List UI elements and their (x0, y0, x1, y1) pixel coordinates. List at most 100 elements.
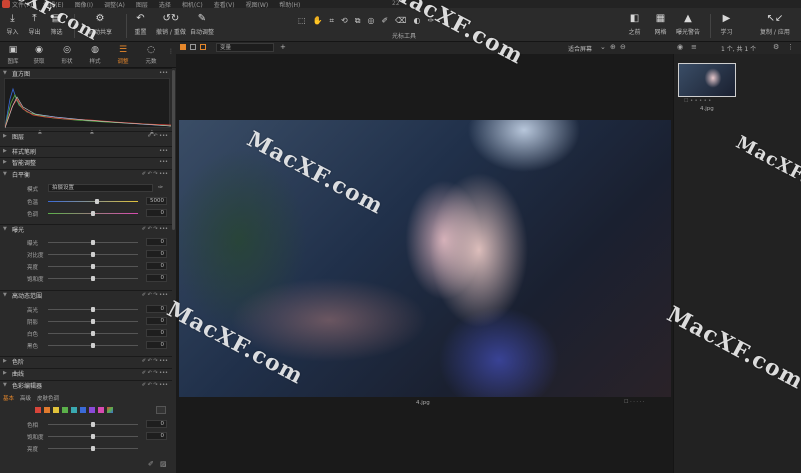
hue-slider[interactable] (48, 422, 138, 427)
black-slider[interactable] (48, 343, 138, 348)
browser-settings-icon[interactable]: ⚙ (773, 43, 779, 51)
thumbnail-rating-icon[interactable]: ☐ • • • • • (684, 98, 711, 104)
tab-adjust[interactable]: ☰ 调整 (112, 45, 134, 65)
tab-basic[interactable]: 基本 (3, 394, 14, 402)
saturation-slider[interactable] (48, 276, 138, 281)
exposure-slider[interactable] (48, 240, 138, 245)
eye-icon[interactable]: ◉ (677, 43, 683, 51)
zoom-out-icon[interactable]: ⊖ (620, 43, 626, 51)
before-button[interactable]: ◧ 之前 (628, 12, 641, 36)
white-value[interactable]: 0 (146, 329, 167, 337)
section-hdr[interactable]: ▼ 高动态范围 ✐ ↶ ↷ ••• (0, 290, 172, 300)
swatch-magenta[interactable] (98, 407, 104, 413)
swatch-green[interactable] (62, 407, 68, 413)
black-value[interactable]: 0 (146, 341, 167, 349)
swatch-yellow[interactable] (53, 407, 59, 413)
eyedropper-icon[interactable]: ✑ (158, 184, 163, 191)
zoom-dropdown-icon[interactable]: ⌄ (600, 43, 606, 51)
brush-tool-icon[interactable]: ✐ (381, 16, 388, 26)
ce-saturation-slider[interactable] (48, 434, 138, 439)
swatch-all[interactable] (107, 407, 113, 413)
rotate-tool-icon[interactable]: ⟲ (341, 16, 348, 26)
contrast-value[interactable]: 0 (146, 250, 167, 258)
exposure-warning-button[interactable]: ▲ 曝光警告 (676, 12, 700, 36)
tab-skin-tone[interactable]: 皮肤色调 (37, 394, 59, 402)
swatch-orange[interactable] (44, 407, 50, 413)
crop-tool-icon[interactable]: ⌗ (330, 16, 335, 26)
tab-capture[interactable]: ◉ 获取 (28, 45, 50, 65)
shadow-slider[interactable] (48, 319, 138, 324)
more-icon[interactable]: ••• (159, 148, 168, 154)
saturation-value[interactable]: 0 (146, 274, 167, 282)
tab-meta[interactable]: ◌ 元数 (140, 45, 162, 65)
section-actions[interactable]: ✐ ↶ ↷ ••• (142, 358, 168, 364)
undo-redo-button[interactable]: ↺↻ 撤销 / 重做 (156, 12, 186, 36)
section-actions[interactable]: ✐ ↶ ↷ ••• (142, 171, 168, 177)
tint-value[interactable]: 0 (146, 209, 167, 217)
section-curve[interactable]: ▶ 曲线 ✐ ↶ ↷ ••• (0, 368, 172, 378)
temperature-slider[interactable] (48, 199, 138, 204)
section-actions[interactable]: ✐ ↶ ↷ ••• (142, 292, 168, 298)
pan-tool-icon[interactable]: ✋ (313, 16, 323, 26)
section-actions[interactable]: ✐ ↶ ↷ ••• (142, 370, 168, 376)
browser-more-icon[interactable]: ⋮ (787, 43, 794, 51)
section-smart-adjust[interactable]: ▶ 智能调整 ••• (0, 157, 172, 167)
thumbnail[interactable] (678, 63, 736, 97)
brightness-slider[interactable] (48, 264, 138, 269)
panel-scrollbar[interactable] (172, 70, 175, 230)
grid-button[interactable]: ▦ 网格 (654, 12, 667, 36)
ce-saturation-value[interactable]: 0 (146, 432, 167, 440)
swatch-purple[interactable] (89, 407, 95, 413)
white-slider[interactable] (48, 331, 138, 336)
color-picker-button[interactable] (156, 406, 166, 414)
more-tabs-icon[interactable]: ⋮ (168, 48, 174, 55)
section-actions[interactable]: ✐ ↶ ↷ ••• (142, 226, 168, 232)
rating-icon[interactable]: ☐ · · · · · (624, 399, 644, 405)
swatch-blue[interactable] (80, 407, 86, 413)
section-style-brushes[interactable]: ▶ 样式笔刷 ••• (0, 146, 172, 156)
eraser-tool-icon[interactable]: ⌫ (395, 16, 406, 26)
reset-button[interactable]: ↶ 重置 (134, 12, 147, 36)
swatch-cyan[interactable] (71, 407, 77, 413)
pointer-tool-icon[interactable]: ⬚ (298, 16, 306, 26)
tint-slider[interactable] (48, 211, 138, 216)
section-exposure[interactable]: ▼ 曝光 ✐ ↶ ↷ ••• (0, 224, 172, 234)
brush-icon[interactable]: ✐ (148, 460, 154, 468)
auto-adjust-button[interactable]: ✎ 自动调整 (190, 12, 214, 36)
ce-lightness-slider[interactable] (48, 446, 138, 451)
section-actions[interactable]: ✐ ↶ ↷ ••• (142, 382, 168, 388)
highlight-slider[interactable] (48, 307, 138, 312)
section-histogram[interactable]: ▼ 直方图 ••• (0, 68, 172, 78)
learn-button[interactable]: ▶ 学习 (720, 12, 733, 36)
swatch-red[interactable] (35, 407, 41, 413)
section-white-balance[interactable]: ▼ 白平衡 ✐ ↶ ↷ ••• (0, 169, 172, 179)
import-button[interactable]: ⤓ 导入 (6, 12, 19, 36)
tab-advanced[interactable]: 高级 (20, 394, 31, 402)
keystone-tool-icon[interactable]: ⧉ (355, 16, 361, 26)
section-levels[interactable]: ▶ 色阶 ✐ ↶ ↷ ••• (0, 356, 172, 366)
mask-icon[interactable]: ▨ (160, 460, 167, 468)
zoom-label[interactable]: 适合屏幕 (568, 44, 592, 53)
more-icon[interactable]: ••• (159, 70, 168, 76)
compare-view-icon[interactable] (200, 44, 206, 50)
add-icon[interactable]: + (280, 43, 286, 51)
multi-view-icon[interactable] (190, 44, 196, 50)
tab-shape[interactable]: ◎ 形状 (56, 45, 78, 65)
wb-mode-select[interactable]: 拍摄设置 (48, 184, 153, 192)
sort-icon[interactable]: ≡ (691, 43, 697, 51)
variant-select[interactable]: 变量 (216, 43, 274, 52)
tab-style[interactable]: ◍ 样式 (84, 45, 106, 65)
section-color-editor[interactable]: ▼ 色彩编辑器 ✐ ↶ ↷ ••• (0, 380, 172, 390)
section-actions[interactable]: ✐ ↶ ••• (148, 133, 168, 139)
single-view-icon[interactable] (180, 44, 186, 50)
zoom-in-icon[interactable]: ⊕ (610, 43, 616, 51)
spot-tool-icon[interactable]: ◎ (367, 16, 374, 26)
contrast-slider[interactable] (48, 252, 138, 257)
temperature-value[interactable]: 5000 (146, 197, 167, 205)
highlight-value[interactable]: 0 (146, 305, 167, 313)
section-layers[interactable]: ▶ 图层 ✐ ↶ ••• (0, 131, 172, 141)
image-viewer[interactable]: 4.jpg ☐ · · · · · (176, 54, 673, 473)
brightness-value[interactable]: 0 (146, 262, 167, 270)
tab-library[interactable]: ▣ 图库 (2, 45, 24, 65)
copy-apply-button[interactable]: ↖↙ 复制 / 应用 (760, 12, 790, 36)
